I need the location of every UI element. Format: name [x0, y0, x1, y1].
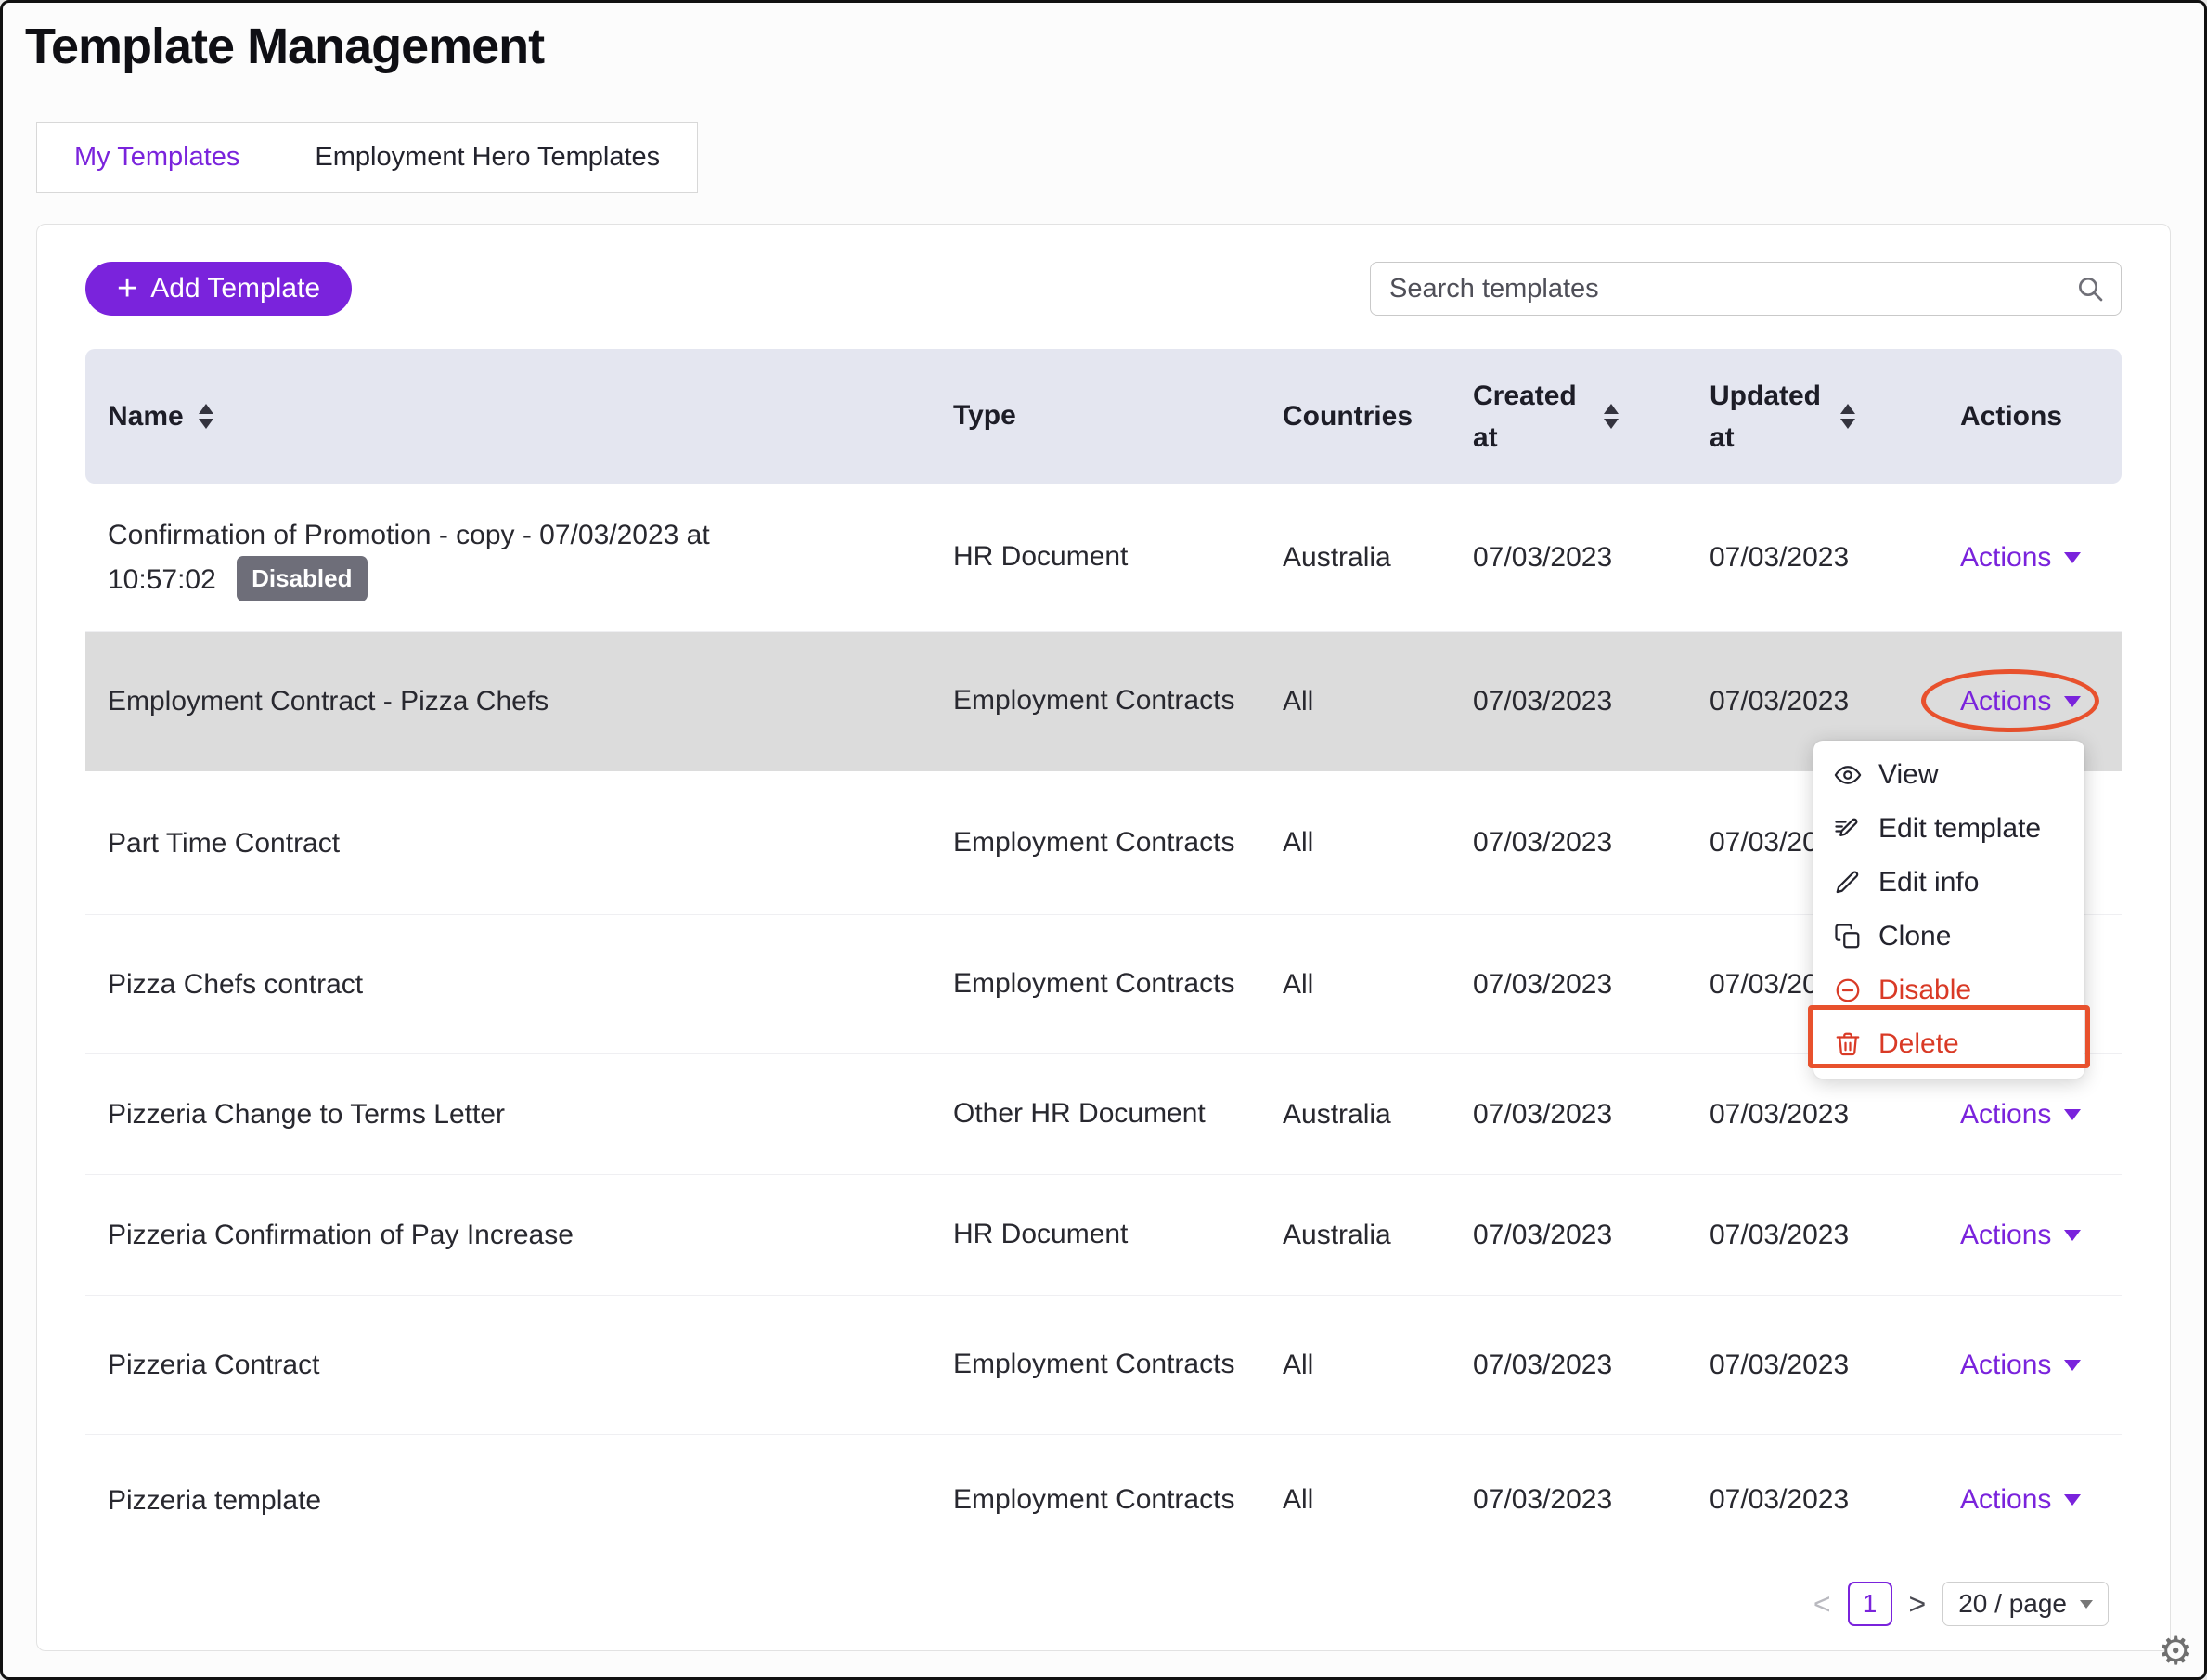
- template-name: Pizzeria Contract: [108, 1350, 319, 1380]
- updated-at: 07/03/2023: [1710, 542, 1955, 574]
- template-name: Pizzeria Change to Terms Letter: [108, 1099, 505, 1130]
- table-header-row: Name Type Countries Created at Updated a…: [85, 349, 2122, 484]
- sort-icon: [1840, 404, 1855, 429]
- actions-dropdown-trigger[interactable]: Actions: [1960, 1484, 2081, 1516]
- template-type: Employment Contracts: [953, 680, 1283, 721]
- column-header-type: Type: [953, 395, 1283, 436]
- template-countries: All: [1283, 1484, 1473, 1516]
- updated-at: 07/03/2023: [1710, 686, 1955, 717]
- pagination-next-icon[interactable]: >: [1909, 1587, 1927, 1622]
- table-row: Pizzeria Contract Employment Contracts A…: [85, 1296, 2122, 1435]
- pagination: < 1 > 20 / page: [85, 1582, 2122, 1626]
- status-badge: Disabled: [237, 556, 367, 601]
- chevron-down-icon: [2064, 696, 2081, 707]
- template-type: Employment Contracts: [953, 1480, 1283, 1520]
- template-name: Part Time Contract: [108, 828, 340, 859]
- table-row: Confirmation of Promotion - copy - 07/03…: [85, 484, 2122, 632]
- menu-item-disable[interactable]: Disable: [1813, 963, 2084, 1017]
- created-at: 07/03/2023: [1473, 542, 1710, 574]
- chevron-down-icon: [2064, 1230, 2081, 1241]
- chevron-down-icon: [2080, 1600, 2093, 1609]
- pagination-page-1[interactable]: 1: [1848, 1582, 1892, 1626]
- column-header-name[interactable]: Name: [85, 401, 953, 433]
- plus-icon: +: [117, 271, 137, 306]
- disable-icon: [1834, 976, 1862, 1004]
- template-type: Other HR Document: [953, 1093, 1283, 1134]
- chevron-down-icon: [2064, 1360, 2081, 1371]
- column-header-actions: Actions: [1955, 401, 2122, 433]
- actions-dropdown-trigger[interactable]: Actions: [1960, 1099, 2081, 1131]
- settings-gear-icon[interactable]: ⚙: [2158, 1628, 2193, 1674]
- created-at: 07/03/2023: [1473, 1350, 1710, 1381]
- template-type: HR Document: [953, 536, 1283, 577]
- add-template-button[interactable]: + Add Template: [85, 262, 352, 316]
- table-row: Pizzeria Confirmation of Pay Increase HR…: [85, 1175, 2122, 1296]
- pagination-prev-icon[interactable]: <: [1813, 1587, 1831, 1622]
- tab-my-templates[interactable]: My Templates: [36, 122, 277, 193]
- template-countries: Australia: [1283, 542, 1473, 574]
- table-row: Pizzeria template Employment Contracts A…: [85, 1435, 2122, 1565]
- trash-icon: [1834, 1030, 1862, 1058]
- edit-info-icon: [1834, 869, 1862, 897]
- template-countries: Australia: [1283, 1099, 1473, 1131]
- updated-at: 07/03/2023: [1710, 1350, 1955, 1381]
- menu-item-edit-template[interactable]: Edit template: [1813, 802, 2084, 856]
- template-type: HR Document: [953, 1214, 1283, 1255]
- template-countries: All: [1283, 969, 1473, 1001]
- template-type: Employment Contracts: [953, 1344, 1283, 1385]
- template-management-page: Template Management My Templates Employm…: [0, 0, 2207, 1680]
- created-at: 07/03/2023: [1473, 969, 1710, 1001]
- clone-icon: [1834, 923, 1862, 950]
- template-countries: All: [1283, 686, 1473, 717]
- chevron-down-icon: [2064, 1494, 2081, 1506]
- tab-bar: My Templates Employment Hero Templates: [36, 122, 2204, 193]
- template-type: Employment Contracts: [953, 963, 1283, 1004]
- updated-at: 07/03/2023: [1710, 1099, 1955, 1131]
- page-title: Template Management: [25, 18, 2204, 75]
- template-name: Pizzeria template: [108, 1485, 321, 1516]
- template-countries: All: [1283, 1350, 1473, 1381]
- add-template-label: Add Template: [150, 273, 320, 304]
- search-box: [1370, 262, 2122, 316]
- search-input[interactable]: [1370, 262, 2122, 316]
- chevron-down-icon: [2064, 552, 2081, 563]
- menu-item-delete[interactable]: Delete: [1813, 1017, 2084, 1071]
- template-type: Employment Contracts: [953, 822, 1283, 863]
- template-countries: All: [1283, 827, 1473, 859]
- page-size-select[interactable]: 20 / page: [1942, 1582, 2109, 1626]
- tab-employment-hero-templates[interactable]: Employment Hero Templates: [277, 122, 698, 193]
- menu-item-clone[interactable]: Clone: [1813, 910, 2084, 963]
- actions-dropdown-trigger-open[interactable]: Actions: [1960, 686, 2081, 717]
- column-header-created-at[interactable]: Created at: [1473, 375, 1710, 459]
- edit-template-icon: [1834, 815, 1862, 843]
- menu-item-edit-info[interactable]: Edit info: [1813, 856, 2084, 910]
- template-name: Employment Contract - Pizza Chefs: [108, 686, 549, 717]
- actions-dropdown-trigger[interactable]: Actions: [1960, 1220, 2081, 1251]
- template-countries: Australia: [1283, 1220, 1473, 1251]
- toolbar: + Add Template: [85, 262, 2122, 316]
- created-at: 07/03/2023: [1473, 827, 1710, 859]
- chevron-down-icon: [2064, 1109, 2081, 1120]
- sort-icon: [1604, 404, 1619, 429]
- created-at: 07/03/2023: [1473, 686, 1710, 717]
- eye-icon: [1834, 761, 1862, 789]
- created-at: 07/03/2023: [1473, 1220, 1710, 1251]
- menu-item-view[interactable]: View: [1813, 748, 2084, 802]
- template-name: Confirmation of Promotion - copy - 07/03…: [108, 520, 710, 595]
- templates-panel: + Add Template Name Type: [36, 224, 2171, 1651]
- actions-dropdown-trigger[interactable]: Actions: [1960, 542, 2081, 574]
- template-name: Pizzeria Confirmation of Pay Increase: [108, 1220, 574, 1250]
- template-name: Pizza Chefs contract: [108, 969, 363, 1000]
- column-header-updated-at[interactable]: Updated at: [1710, 375, 1955, 459]
- actions-dropdown-menu: View Edit template Edit info Clone: [1813, 741, 2084, 1079]
- sort-icon: [199, 404, 213, 429]
- column-header-countries: Countries: [1283, 401, 1473, 433]
- search-icon[interactable]: [2075, 274, 2105, 308]
- created-at: 07/03/2023: [1473, 1484, 1710, 1516]
- created-at: 07/03/2023: [1473, 1099, 1710, 1131]
- updated-at: 07/03/2023: [1710, 1220, 1955, 1251]
- updated-at: 07/03/2023: [1710, 1484, 1955, 1516]
- actions-dropdown-trigger[interactable]: Actions: [1960, 1350, 2081, 1381]
